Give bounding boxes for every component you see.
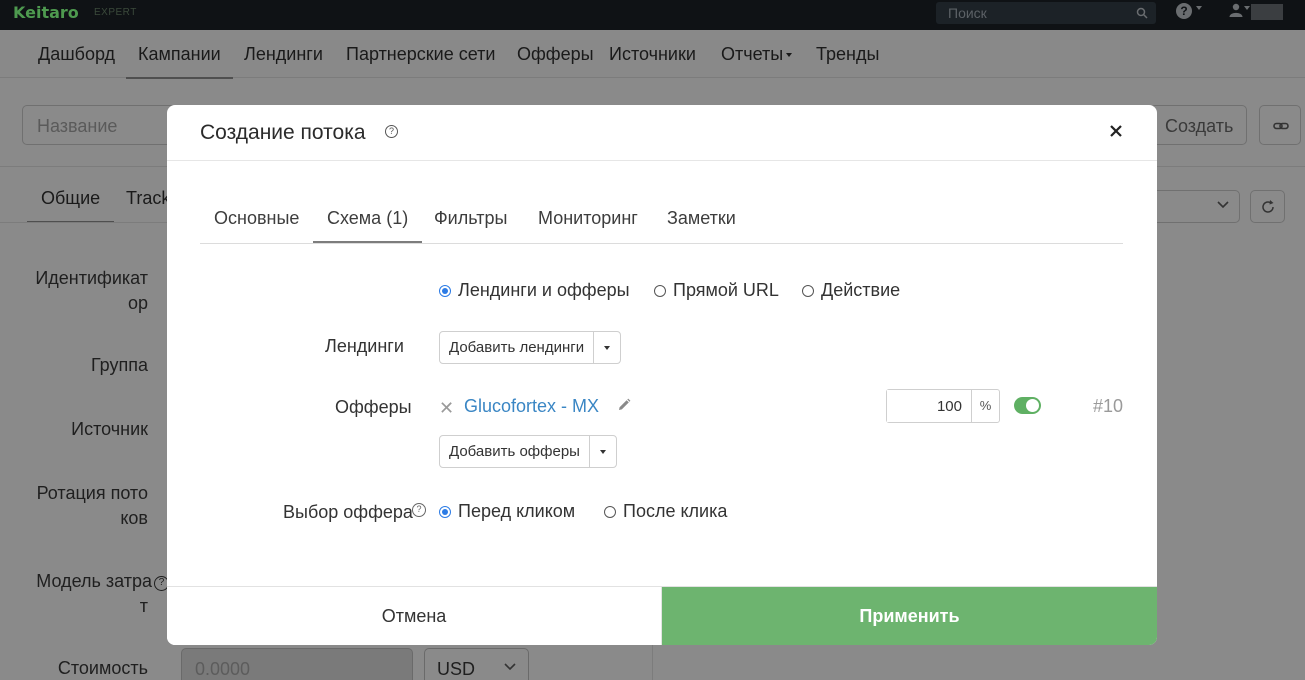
tab-notes[interactable]: Заметки bbox=[667, 208, 736, 229]
create-button[interactable]: Создать bbox=[1150, 105, 1247, 145]
tab-tracking[interactable]: Track bbox=[126, 188, 170, 209]
tab-basic[interactable]: Основные bbox=[214, 208, 299, 229]
add-offers-button: Добавить офферы bbox=[439, 435, 617, 468]
create-label: Создать bbox=[1165, 116, 1234, 136]
nav-offers[interactable]: Офферы bbox=[517, 44, 594, 65]
offers-label: Офферы bbox=[335, 397, 412, 417]
radio-direct-url[interactable]: Прямой URL bbox=[654, 280, 779, 301]
cancel-button[interactable]: Отмена bbox=[167, 587, 662, 645]
nav-trends[interactable]: Тренды bbox=[816, 44, 879, 65]
apply-button[interactable]: Применить bbox=[662, 587, 1157, 645]
modal-header: Создание потока ? bbox=[167, 105, 1157, 161]
radio-label: Перед кликом bbox=[458, 501, 576, 521]
remove-offer-icon[interactable]: ✕ bbox=[439, 398, 454, 419]
edition-badge: EXPERT bbox=[94, 7, 137, 18]
main-nav: Дашборд Кампании Лендинги Партнерские се… bbox=[0, 30, 1305, 79]
offer-weight-input[interactable] bbox=[887, 390, 971, 422]
label-source: Источник bbox=[71, 419, 148, 439]
radio-label: После клика bbox=[623, 501, 728, 521]
pencil-icon[interactable] bbox=[617, 398, 631, 417]
add-offers-label[interactable]: Добавить офферы bbox=[440, 436, 590, 467]
label-rotation: Ротация пото ков bbox=[8, 481, 148, 531]
close-icon[interactable] bbox=[1109, 124, 1123, 138]
currency-select[interactable]: USD bbox=[424, 648, 529, 680]
label-identifier: Идентификат ор bbox=[8, 266, 148, 316]
nav-sources[interactable]: Источники bbox=[609, 44, 696, 65]
label-line: Ротация пото bbox=[36, 483, 148, 503]
nav-landings[interactable]: Лендинги bbox=[244, 44, 323, 65]
nav-reports[interactable]: Отчеты bbox=[721, 44, 793, 65]
tab-monitoring[interactable]: Мониторинг bbox=[538, 208, 638, 229]
logo[interactable]: Keitaro bbox=[13, 3, 79, 22]
radio-label: Лендинги и офферы bbox=[458, 280, 630, 300]
search-icon[interactable] bbox=[1136, 6, 1148, 24]
landings-label: Лендинги bbox=[325, 336, 404, 356]
link-icon bbox=[1273, 122, 1289, 130]
question-icon[interactable]: ? bbox=[412, 503, 426, 517]
modal-footer: Отмена Применить bbox=[167, 586, 1157, 645]
offer-enabled-toggle[interactable] bbox=[1014, 397, 1041, 414]
chevron-down-icon[interactable] bbox=[1196, 6, 1202, 10]
nav-affiliate-networks[interactable]: Партнерские сети bbox=[346, 44, 495, 65]
offer-id: #10 bbox=[1093, 396, 1124, 416]
currency-value: USD bbox=[437, 659, 476, 679]
radio-checked-icon bbox=[439, 506, 451, 518]
offer-weight-field: % bbox=[886, 389, 1000, 423]
label-line: ор bbox=[127, 293, 148, 313]
radio-unchecked-icon bbox=[654, 285, 666, 297]
user-name[interactable] bbox=[1251, 4, 1283, 20]
radio-label: Действие bbox=[821, 280, 901, 300]
radio-after-click[interactable]: После клика bbox=[604, 501, 727, 522]
label-line: ков bbox=[120, 508, 148, 528]
label-line: Идентификат bbox=[35, 268, 148, 288]
label-cost-model: Модель затра? т bbox=[9, 569, 169, 619]
chevron-down-icon bbox=[1217, 201, 1229, 209]
question-icon[interactable]: ? bbox=[385, 125, 398, 138]
label-group: Группа bbox=[90, 355, 148, 375]
cost-input[interactable]: 0.0000 bbox=[181, 648, 413, 680]
percent-unit: % bbox=[971, 390, 999, 422]
filter-placeholder: Название bbox=[37, 116, 118, 136]
refresh-button[interactable] bbox=[1250, 190, 1285, 223]
chevron-down-icon[interactable] bbox=[594, 332, 620, 363]
tab-filters[interactable]: Фильтры bbox=[434, 208, 507, 229]
cost-value: 0.0000 bbox=[195, 659, 251, 679]
nav-campaigns[interactable]: Кампании bbox=[126, 44, 233, 79]
nav-dashboard[interactable]: Дашборд bbox=[38, 44, 115, 65]
radio-unchecked-icon bbox=[604, 506, 616, 518]
top-bar: Keitaro EXPERT Поиск ? bbox=[0, 0, 1305, 30]
search-placeholder: Поиск bbox=[948, 5, 987, 21]
link-button[interactable] bbox=[1259, 105, 1301, 145]
chevron-down-icon[interactable] bbox=[1244, 6, 1250, 10]
chevron-down-icon[interactable] bbox=[590, 436, 616, 467]
radio-landings-offers[interactable]: Лендинги и офферы bbox=[439, 280, 630, 301]
modal-tabs: Основные Схема (1) Фильтры Мониторинг За… bbox=[200, 194, 1123, 244]
user-icon[interactable] bbox=[1229, 3, 1243, 22]
refresh-icon bbox=[1262, 200, 1274, 213]
radio-label: Прямой URL bbox=[673, 280, 779, 300]
create-flow-modal: Создание потока ? Основные Схема (1) Фил… bbox=[167, 105, 1157, 645]
tab-general[interactable]: Общие bbox=[26, 188, 115, 223]
modal-title: Создание потока bbox=[200, 121, 366, 144]
question-icon[interactable]: ? bbox=[1176, 3, 1192, 19]
radio-before-click[interactable]: Перед кликом bbox=[439, 501, 575, 522]
radio-unchecked-icon bbox=[802, 285, 814, 297]
offer-choice-label: Выбор оффера bbox=[283, 502, 413, 522]
label-cost: Стоимость bbox=[57, 658, 148, 678]
chevron-down-icon bbox=[504, 663, 516, 671]
search-input[interactable]: Поиск bbox=[936, 2, 1156, 24]
tab-scheme[interactable]: Схема (1) bbox=[312, 208, 423, 243]
add-landings-label[interactable]: Добавить лендинги bbox=[440, 332, 595, 363]
add-landings-button: Добавить лендинги bbox=[439, 331, 622, 364]
label-line: т bbox=[139, 596, 148, 616]
radio-action[interactable]: Действие bbox=[802, 280, 900, 301]
nav-reports-label: Отчеты bbox=[721, 44, 784, 64]
offer-link[interactable]: Glucofortex - MX bbox=[464, 396, 599, 417]
label-line: Модель затра bbox=[36, 571, 152, 591]
divider bbox=[0, 222, 170, 223]
divider bbox=[652, 644, 653, 680]
chevron-down-icon bbox=[786, 53, 793, 58]
radio-checked-icon bbox=[439, 285, 451, 297]
